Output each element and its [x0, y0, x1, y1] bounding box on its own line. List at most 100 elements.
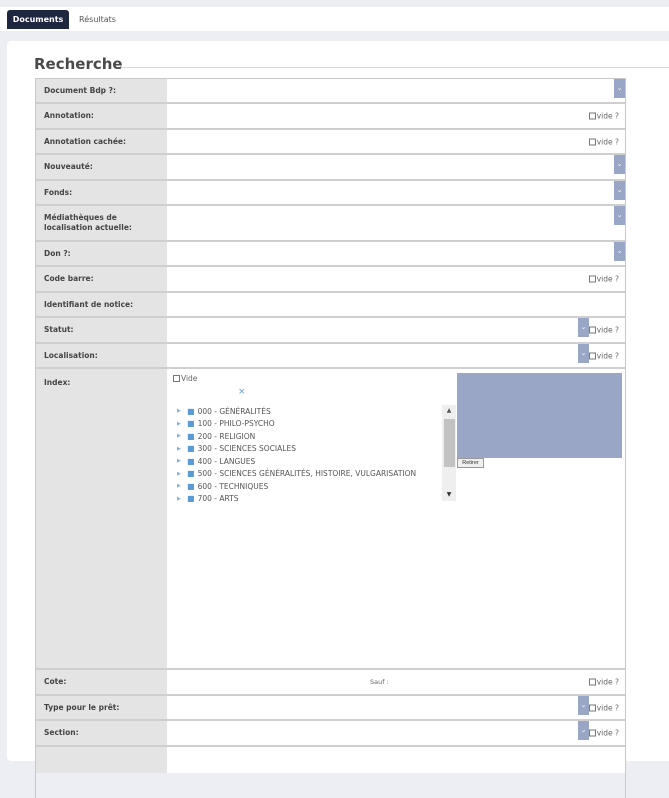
tree-item-label: 600 - TECHNIQUES: [197, 481, 269, 491]
field-label: Document Bdp ?:: [36, 79, 167, 102]
chevron-down-icon[interactable]: ⌄: [578, 344, 589, 363]
caret-right-icon[interactable]: ▶: [177, 471, 181, 477]
vide-checkbox[interactable]: vide ?: [588, 325, 619, 335]
chevron-down-icon[interactable]: ⌄: [614, 155, 625, 174]
tree-item[interactable]: ▶ ■ 000 - GÉNÉRALITÉS: [177, 405, 271, 417]
clear-icon[interactable]: ×: [238, 387, 246, 397]
row-mediatheques: Médiathèques de localisation actuelle: ⌄: [36, 206, 625, 242]
vide-label: vide ?: [596, 728, 619, 738]
caret-right-icon[interactable]: ▶: [177, 433, 181, 439]
index-widget: Vide × ▶ ■ 000 - GÉNÉRALITÉS ▶ ■ 100 - PHILO…: [167, 369, 625, 668]
row-statut: Statut: ⌄ vide ?: [36, 318, 625, 344]
vide-checkbox[interactable]: vide ?: [588, 728, 619, 738]
chevron-down-icon[interactable]: ⌄: [614, 242, 625, 261]
vide-checkbox[interactable]: vide ?: [588, 275, 619, 284]
vide-checkbox[interactable]: Vide: [173, 374, 197, 383]
tree-item-label: 000 - GÉNÉRALITÉS: [197, 406, 271, 416]
folder-icon: ■: [187, 406, 195, 416]
checkbox[interactable]: [588, 326, 596, 334]
vide-label: vide ?: [596, 677, 619, 687]
vide-label: vide ?: [596, 351, 619, 360]
row-fonds: Fonds: ⌄: [36, 181, 625, 206]
don-select[interactable]: ⌄: [167, 242, 625, 265]
tree-item-label: 400 - LANGUES: [197, 456, 256, 466]
tree-item-label: 700 - ARTS: [197, 494, 239, 503]
checkbox[interactable]: [588, 138, 596, 145]
document-bdp-select[interactable]: ⌄: [167, 79, 625, 102]
checkbox[interactable]: [173, 375, 180, 382]
vide-label: vide ?: [596, 111, 619, 121]
checkbox[interactable]: [588, 704, 596, 711]
field-label: Cote:: [36, 670, 167, 694]
caret-right-icon[interactable]: ▶: [177, 483, 181, 489]
chevron-down-icon[interactable]: ⌄: [614, 181, 625, 200]
caret-right-icon[interactable]: ▶: [177, 496, 181, 502]
checkbox[interactable]: [588, 352, 596, 359]
tab-documents[interactable]: Documents: [7, 10, 69, 29]
annotation-cachee-input[interactable]: vide ?: [167, 130, 625, 153]
statut-select[interactable]: ⌄ vide ?: [167, 318, 625, 342]
next-field[interactable]: [167, 747, 625, 773]
search-panel: Recherche Document Bdp ?: ⌄ Annotation: …: [7, 41, 669, 798]
checkbox[interactable]: [588, 112, 596, 120]
row-don: Don ?: ⌄: [36, 242, 625, 267]
vide-label: vide ?: [596, 703, 619, 712]
chevron-down-icon[interactable]: ⌄: [614, 206, 625, 225]
chevron-down-icon[interactable]: ⌄: [578, 721, 589, 740]
tree-item[interactable]: ▶ ■ 500 - SCIENCES GÉNÉRALITÉS, HISTOIRE, …: [177, 468, 416, 480]
tab-resultats[interactable]: Résultats: [70, 10, 125, 29]
section-select[interactable]: ⌄ vide ?: [167, 721, 625, 745]
tree-item-label: 500 - SCIENCES GÉNÉRALITÉS, HISTOIRE, VU…: [197, 469, 417, 478]
tree-item[interactable]: ▶ ■ 400 - LANGUES: [177, 455, 255, 467]
row-annotation: Annotation: vide ?: [36, 104, 625, 130]
caret-right-icon[interactable]: ▶: [177, 458, 181, 464]
vide-checkbox[interactable]: vide ?: [588, 137, 619, 146]
localisation-select[interactable]: ⌄ vide ?: [167, 344, 625, 367]
annotation-input[interactable]: vide ?: [167, 104, 625, 128]
vide-checkbox[interactable]: vide ?: [588, 677, 619, 687]
vide-checkbox[interactable]: vide ?: [588, 111, 619, 121]
chevron-down-icon[interactable]: ⌄: [614, 79, 625, 98]
scrollbar-thumb[interactable]: [444, 419, 455, 467]
selected-index-list[interactable]: [457, 373, 622, 458]
cote-input[interactable]: Sauf : vide ?: [167, 670, 625, 694]
chevron-down-icon[interactable]: ⌄: [578, 318, 589, 337]
tree-item[interactable]: ▶ ■ 600 - TECHNIQUES: [177, 480, 268, 492]
scroll-down-icon[interactable]: ▼: [442, 490, 456, 500]
tree-item[interactable]: ▶ ■ 200 - RELIGION: [177, 430, 255, 442]
vide-label: vide ?: [596, 325, 619, 335]
chevron-down-icon[interactable]: ⌄: [578, 696, 589, 715]
code-barre-input[interactable]: vide ?: [167, 267, 625, 291]
scroll-up-icon[interactable]: ▲: [442, 406, 456, 416]
identifiant-input[interactable]: [167, 293, 625, 316]
row-identifiant: Identifiant de notice:: [36, 293, 625, 318]
vide-checkbox[interactable]: vide ?: [588, 351, 619, 360]
mediatheques-select[interactable]: ⌄: [167, 206, 625, 240]
tree-item[interactable]: ▶ ■ 700 - ARTS: [177, 493, 239, 505]
vide-checkbox[interactable]: vide ?: [588, 703, 619, 712]
checkbox[interactable]: [588, 275, 596, 283]
field-label: Fonds:: [36, 181, 167, 204]
sauf-label: Sauf :: [370, 678, 389, 686]
folder-icon: ■: [187, 481, 195, 491]
field-label: Localisation:: [36, 344, 167, 367]
remove-button[interactable]: Retirer: [457, 458, 484, 468]
tree-item-label: 200 - RELIGION: [197, 431, 256, 441]
type-pret-select[interactable]: ⌄ vide ?: [167, 696, 625, 719]
caret-right-icon[interactable]: ▶: [177, 446, 181, 452]
row-localisation: Localisation: ⌄ vide ?: [36, 344, 625, 369]
search-form: Document Bdp ?: ⌄ Annotation: vide ? Ann…: [35, 78, 626, 798]
checkbox[interactable]: [588, 678, 596, 686]
fonds-select[interactable]: ⌄: [167, 181, 625, 204]
nouveaute-select[interactable]: ⌄: [167, 155, 625, 179]
row-index: Index: Vide × ▶ ■ 000 - GÉNÉRALITÉS ▶ ■ 100 …: [36, 369, 625, 670]
field-label: Annotation:: [36, 104, 167, 128]
tree-scrollbar[interactable]: ▲ ▼: [442, 405, 456, 501]
tree-item[interactable]: ▶ ■ 100 - PHILO-PSYCHO: [177, 418, 275, 430]
tree-item[interactable]: ▶ ■ 300 - SCIENCES SOCIALES: [177, 443, 296, 455]
caret-right-icon[interactable]: ▶: [177, 408, 181, 414]
row-next: [36, 747, 625, 773]
caret-right-icon[interactable]: ▶: [177, 421, 181, 427]
field-label: Nouveauté:: [36, 155, 167, 179]
checkbox[interactable]: [588, 729, 596, 737]
